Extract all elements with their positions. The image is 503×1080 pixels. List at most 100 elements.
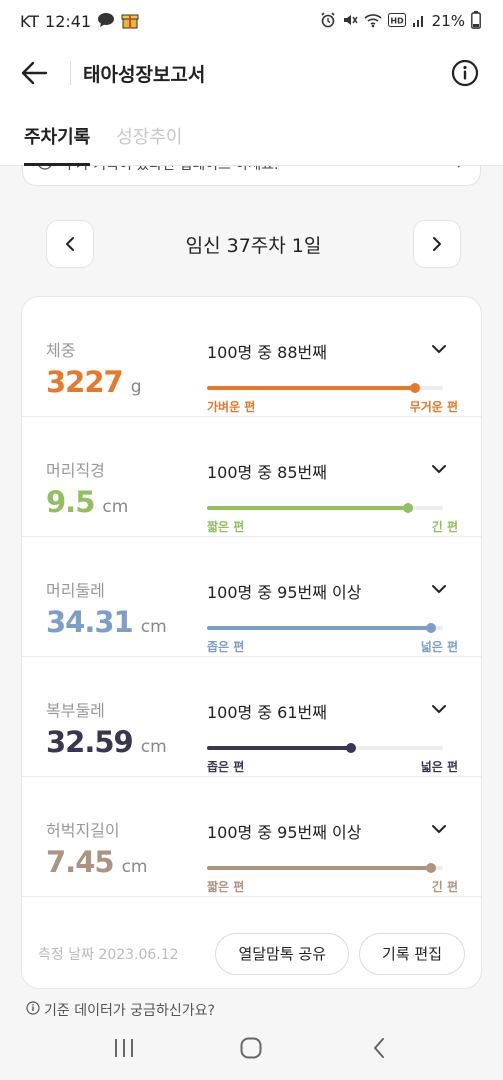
measurement-date: 측정 날짜 2023.06.12 <box>38 946 179 963</box>
tab-growth-trend[interactable]: 성장추이 <box>116 123 182 165</box>
high-label: 긴 편 <box>431 880 458 894</box>
metric-rank: 100명 중 85번째 <box>207 463 327 482</box>
metric-unit: g <box>130 377 142 397</box>
metric-name: 복부둘레 <box>46 701 105 720</box>
chevron-down-icon <box>432 345 446 353</box>
week-navigator: 임신 37주차 1일 <box>46 220 461 268</box>
metric-value: 34.31 <box>46 605 134 639</box>
percentile-bar-labels: 좁은 편 넓은 편 <box>207 758 458 775</box>
percentile-bar-fill <box>207 866 432 870</box>
expand-metric-button[interactable] <box>427 457 451 481</box>
percentile-bar <box>207 863 443 873</box>
metric-value: 3227 <box>46 365 124 399</box>
recent-apps-button[interactable] <box>100 1024 148 1072</box>
percentile-bar-fill <box>207 626 432 630</box>
metric-rank: 100명 중 88번째 <box>207 343 327 362</box>
percentile-bar <box>207 743 443 753</box>
back-button[interactable] <box>20 49 68 97</box>
info-button[interactable] <box>447 55 483 91</box>
update-notice-banner[interactable]: 추가 기록이 있다면 업데이트 하세요. <box>22 166 481 186</box>
chevron-down-icon <box>432 465 446 473</box>
previous-week-button[interactable] <box>46 220 94 268</box>
percentile-bar <box>207 383 443 393</box>
percentile-marker <box>409 383 420 393</box>
share-button[interactable]: 열달맘톡 공유 <box>215 932 350 975</box>
chevron-left-icon <box>66 237 74 251</box>
metric-row: 허벅지길이 7.45 cm 100명 중 95번째 이상 짧은 편 긴 편 <box>22 777 481 897</box>
metric-name: 체중 <box>46 341 76 360</box>
percentile-bar-fill <box>207 386 415 390</box>
card-footer: 측정 날짜 2023.06.12 열달맘톡 공유 기록 편집 <box>22 917 481 988</box>
home-button[interactable] <box>227 1024 275 1072</box>
metric-row: 머리둘레 34.31 cm 100명 중 95번째 이상 좁은 편 넓은 편 <box>22 537 481 657</box>
battery-icon <box>471 10 481 32</box>
high-label: 넓은 편 <box>420 640 458 654</box>
edit-record-button[interactable]: 기록 편집 <box>359 932 465 975</box>
low-label: 가벼운 편 <box>207 400 256 414</box>
carrier-label: KT <box>20 11 40 31</box>
signal-icon <box>412 13 426 30</box>
home-icon <box>240 1037 262 1059</box>
status-bar: KT 12:41 HD 21% <box>0 0 503 42</box>
chat-notification-icon <box>97 12 115 31</box>
metric-value: 7.45 <box>46 845 115 879</box>
percentile-marker <box>402 503 413 513</box>
metric-value-group: 7.45 cm <box>46 845 147 879</box>
percentile-bar-labels: 좁은 편 넓은 편 <box>207 638 458 655</box>
high-label: 무거운 편 <box>409 400 458 414</box>
info-small-icon <box>37 166 53 174</box>
high-label: 긴 편 <box>431 520 458 534</box>
percentile-bar <box>207 503 443 513</box>
system-back-icon <box>374 1038 385 1058</box>
percentile-bar-labels: 짧은 편 긴 편 <box>207 518 458 535</box>
metric-row: 복부둘레 32.59 cm 100명 중 61번째 좁은 편 넓은 편 <box>22 657 481 777</box>
next-week-button[interactable] <box>413 220 461 268</box>
high-label: 넓은 편 <box>420 760 458 774</box>
percentile-bar <box>207 623 443 633</box>
alarm-icon <box>320 11 336 31</box>
expand-metric-button[interactable] <box>427 337 451 361</box>
percentile-bar-fill <box>207 506 408 510</box>
percentile-bar-labels: 짧은 편 긴 편 <box>207 878 458 895</box>
metric-value: 9.5 <box>46 485 95 519</box>
week-label: 임신 37주차 1일 <box>185 234 322 257</box>
svg-text:HD: HD <box>390 16 404 25</box>
low-label: 좁은 편 <box>207 640 245 654</box>
chevron-right-icon <box>454 166 466 172</box>
system-back-button[interactable] <box>355 1024 403 1072</box>
info-icon <box>451 59 479 87</box>
mute-icon <box>342 12 358 31</box>
system-navigation-bar <box>0 1016 503 1080</box>
metric-name: 머리둘레 <box>46 581 105 600</box>
growth-report-card: 체중 3227 g 100명 중 88번째 가벼운 편 무거운 편 머리직경 9… <box>21 296 482 989</box>
metric-rank: 100명 중 95번째 이상 <box>207 583 362 602</box>
low-label: 좁은 편 <box>207 760 245 774</box>
metric-row: 체중 3227 g 100명 중 88번째 가벼운 편 무거운 편 <box>22 297 481 417</box>
metric-unit: cm <box>140 617 167 637</box>
gift-notification-icon <box>121 11 139 32</box>
metric-name: 머리직경 <box>46 461 105 480</box>
chevron-down-icon <box>432 825 446 833</box>
metric-rank: 100명 중 95번째 이상 <box>207 823 362 842</box>
percentile-bar-fill <box>207 746 351 750</box>
metric-row: 머리직경 9.5 cm 100명 중 85번째 짧은 편 긴 편 <box>22 417 481 537</box>
chevron-down-icon <box>432 585 446 593</box>
tab-weekly-record[interactable]: 주차기록 <box>24 123 91 166</box>
low-label: 짧은 편 <box>207 880 245 894</box>
notice-text: 추가 기록이 있다면 업데이트 하세요. <box>63 166 444 174</box>
app-bar: 태아성장보고서 <box>0 42 503 104</box>
arrow-left-icon <box>21 61 48 85</box>
page-title: 태아성장보고서 <box>83 63 206 86</box>
expand-metric-button[interactable] <box>427 577 451 601</box>
percentile-bar-labels: 가벼운 편 무거운 편 <box>207 398 458 415</box>
recent-apps-icon <box>114 1039 133 1057</box>
metric-value-group: 3227 g <box>46 365 142 399</box>
metric-value-group: 9.5 cm <box>46 485 128 519</box>
metric-value-group: 34.31 cm <box>46 605 167 639</box>
expand-metric-button[interactable] <box>427 817 451 841</box>
wifi-icon <box>364 12 382 31</box>
metric-unit: cm <box>102 497 129 517</box>
expand-metric-button[interactable] <box>427 697 451 721</box>
metric-rank: 100명 중 61번째 <box>207 703 327 722</box>
clock: 12:41 <box>45 11 92 31</box>
